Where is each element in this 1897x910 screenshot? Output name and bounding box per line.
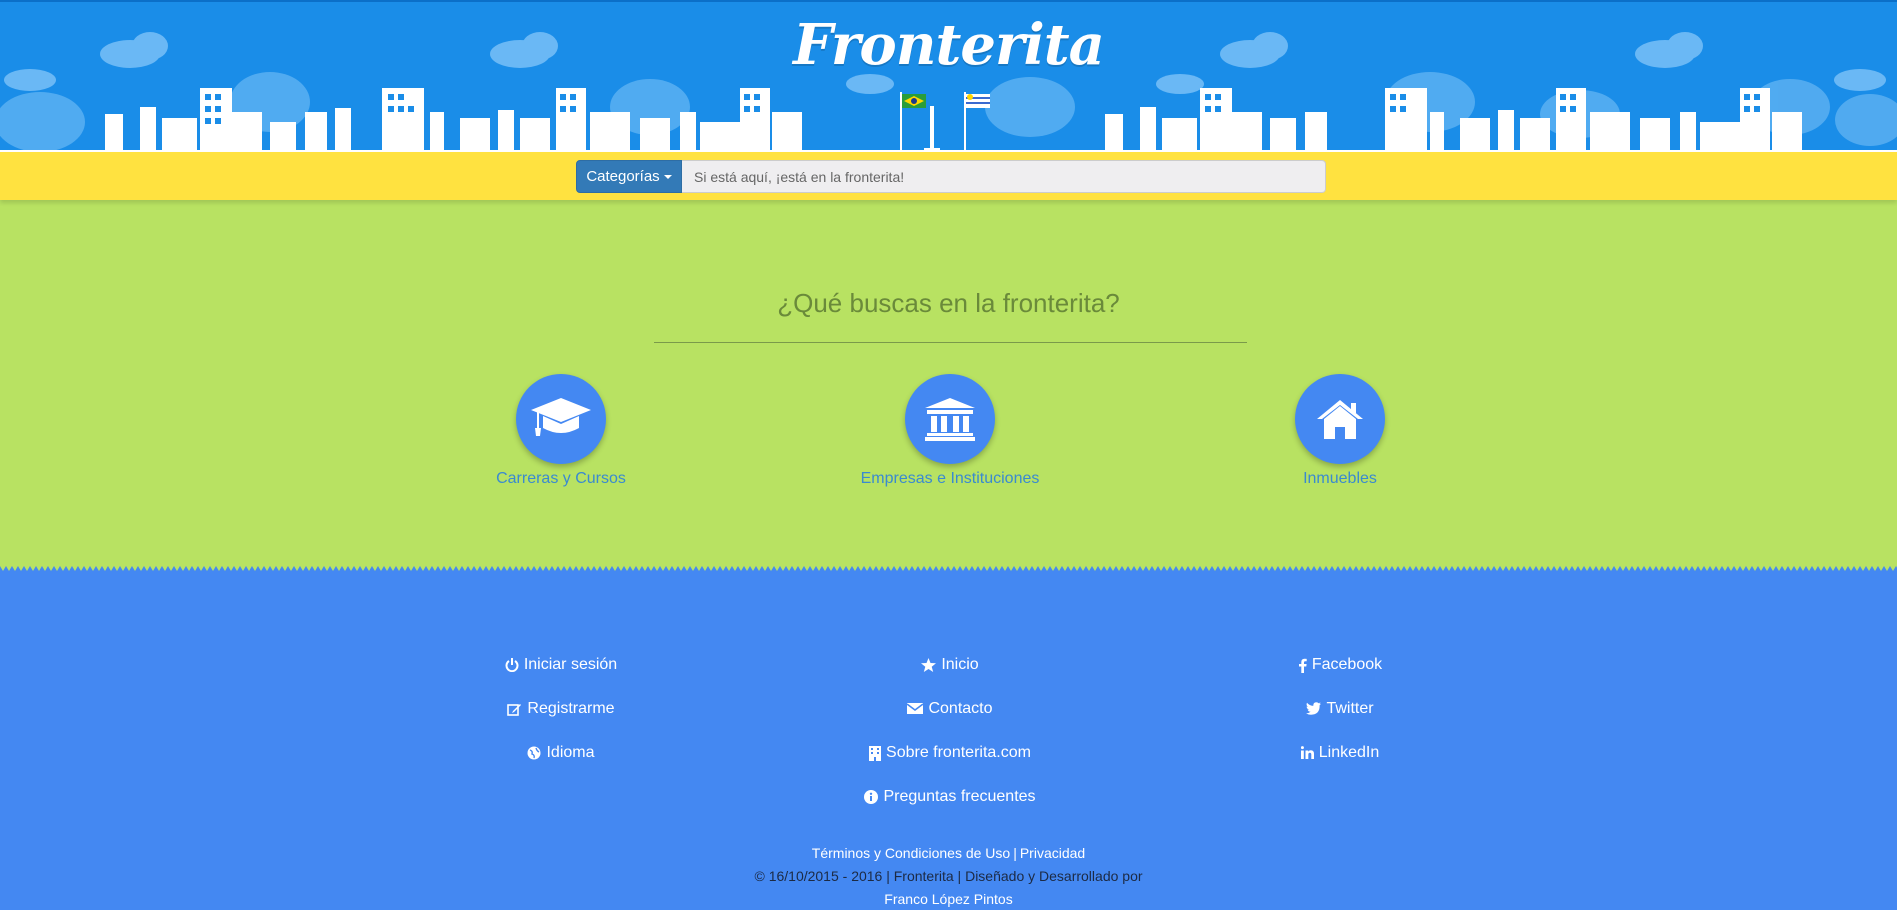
search-input[interactable]: [682, 160, 1326, 193]
facebook-link[interactable]: Facebook: [1190, 654, 1490, 698]
contact-link[interactable]: Contacto: [800, 698, 1100, 742]
language-link[interactable]: Idioma: [411, 742, 711, 786]
search-bar: Categorías: [0, 152, 1897, 200]
edit-icon: [507, 704, 522, 716]
home-label[interactable]: Inicio: [941, 654, 978, 676]
home-link[interactable]: Inicio: [800, 654, 1100, 698]
site-footer: Iniciar sesión Registrarme Idioma Inicio…: [0, 574, 1897, 910]
page-title: ¿Qué buscas en la fronterita?: [777, 288, 1120, 318]
legal-separator: |: [1013, 845, 1017, 861]
category-circle[interactable]: [1295, 374, 1385, 464]
star-icon: [921, 658, 937, 672]
faq-label[interactable]: Preguntas frecuentes: [883, 786, 1035, 808]
language-label[interactable]: Idioma: [546, 742, 594, 764]
linkedin-link[interactable]: LinkedIn: [1190, 742, 1490, 786]
facebook-icon: [1298, 658, 1307, 673]
legal-section: Términos y Condiciones de Uso | Privacidad…: [0, 842, 1897, 910]
category-circle[interactable]: [516, 374, 606, 464]
title-divider: [654, 342, 1247, 343]
category-label[interactable]: Inmuebles: [1190, 470, 1490, 488]
category-label[interactable]: Empresas e Instituciones: [800, 470, 1100, 488]
footer-site-column: Inicio Contacto Sobre fronterita.com Pre…: [800, 654, 1100, 830]
footer-social-column: Facebook Twitter LinkedIn: [1190, 654, 1490, 786]
facebook-label[interactable]: Facebook: [1312, 654, 1382, 676]
twitter-label[interactable]: Twitter: [1326, 698, 1373, 720]
institution-icon: [925, 398, 975, 441]
author-link[interactable]: Franco López Pintos: [0, 888, 1897, 910]
linkedin-icon: [1300, 746, 1314, 759]
footer-account-column: Iniciar sesión Registrarme Idioma: [411, 654, 711, 786]
site-logo[interactable]: Fronterita: [0, 12, 1897, 78]
category-empresas-instituciones[interactable]: Empresas e Instituciones: [800, 374, 1100, 488]
twitter-icon: [1306, 702, 1322, 715]
login-label[interactable]: Iniciar sesión: [524, 654, 617, 676]
building-icon: [869, 746, 882, 761]
envelope-icon: [907, 703, 924, 714]
graduation-cap-icon: [531, 398, 591, 436]
site-header: Fronterita: [0, 0, 1897, 152]
twitter-link[interactable]: Twitter: [1190, 698, 1490, 742]
main-content: ¿Qué buscas en la fronterita? Carreras y…: [0, 200, 1897, 570]
categories-dropdown-button[interactable]: Categorías: [576, 160, 682, 193]
register-link[interactable]: Registrarme: [411, 698, 711, 742]
contact-label[interactable]: Contacto: [928, 698, 992, 720]
category-label[interactable]: Carreras y Cursos: [411, 470, 711, 488]
about-label[interactable]: Sobre fronterita.com: [886, 742, 1031, 764]
categories-button-label: Categorías: [586, 168, 660, 185]
login-link[interactable]: Iniciar sesión: [411, 654, 711, 698]
about-link[interactable]: Sobre fronterita.com: [800, 742, 1100, 786]
home-icon: [1317, 400, 1363, 439]
power-icon: [505, 658, 519, 672]
terms-link[interactable]: Términos y Condiciones de Uso: [812, 845, 1010, 861]
category-circle[interactable]: [905, 374, 995, 464]
register-label[interactable]: Registrarme: [527, 698, 614, 720]
zigzag-divider: [0, 566, 1897, 574]
caret-down-icon: [663, 175, 672, 180]
category-carreras-cursos[interactable]: Carreras y Cursos: [411, 374, 711, 488]
info-icon: [864, 790, 879, 804]
privacy-link[interactable]: Privacidad: [1020, 845, 1085, 861]
category-inmuebles[interactable]: Inmuebles: [1190, 374, 1490, 488]
globe-icon: [527, 746, 541, 760]
linkedin-label[interactable]: LinkedIn: [1319, 742, 1380, 764]
faq-link[interactable]: Preguntas frecuentes: [800, 786, 1100, 830]
copyright-text: © 16/10/2015 - 2016 | Fronterita | Diseñ…: [754, 868, 1143, 884]
